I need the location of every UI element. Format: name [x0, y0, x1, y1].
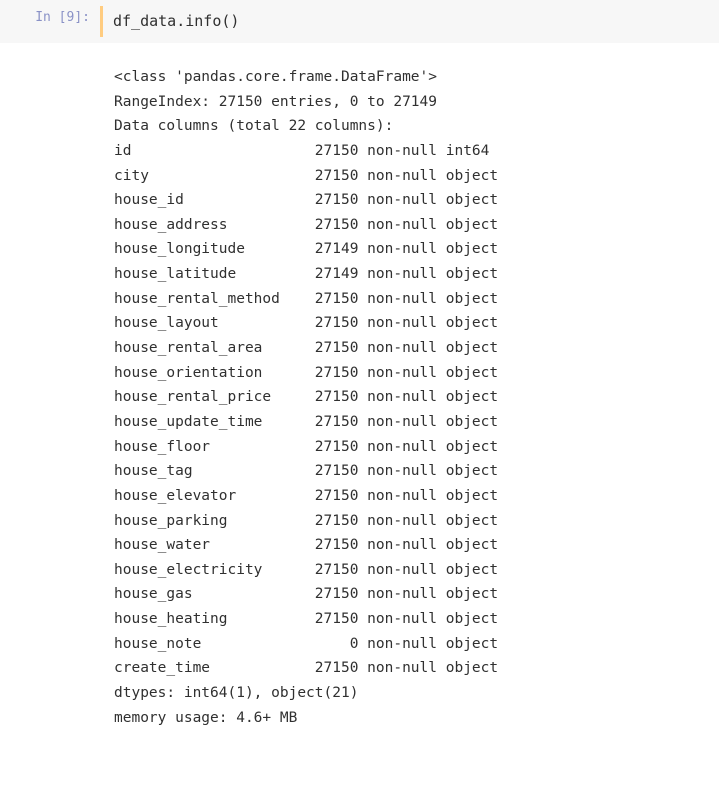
- output-cell: <class 'pandas.core.frame.DataFrame'> Ra…: [0, 43, 719, 738]
- code-line[interactable]: df_data.info(): [113, 12, 239, 30]
- output-prompt: [0, 61, 100, 734]
- output-body: <class 'pandas.core.frame.DataFrame'> Ra…: [100, 61, 719, 734]
- input-cell: In [9]: df_data.info(): [0, 0, 719, 43]
- input-body[interactable]: df_data.info(): [100, 6, 719, 37]
- output-text: <class 'pandas.core.frame.DataFrame'> Ra…: [114, 65, 713, 730]
- input-prompt: In [9]:: [0, 6, 100, 37]
